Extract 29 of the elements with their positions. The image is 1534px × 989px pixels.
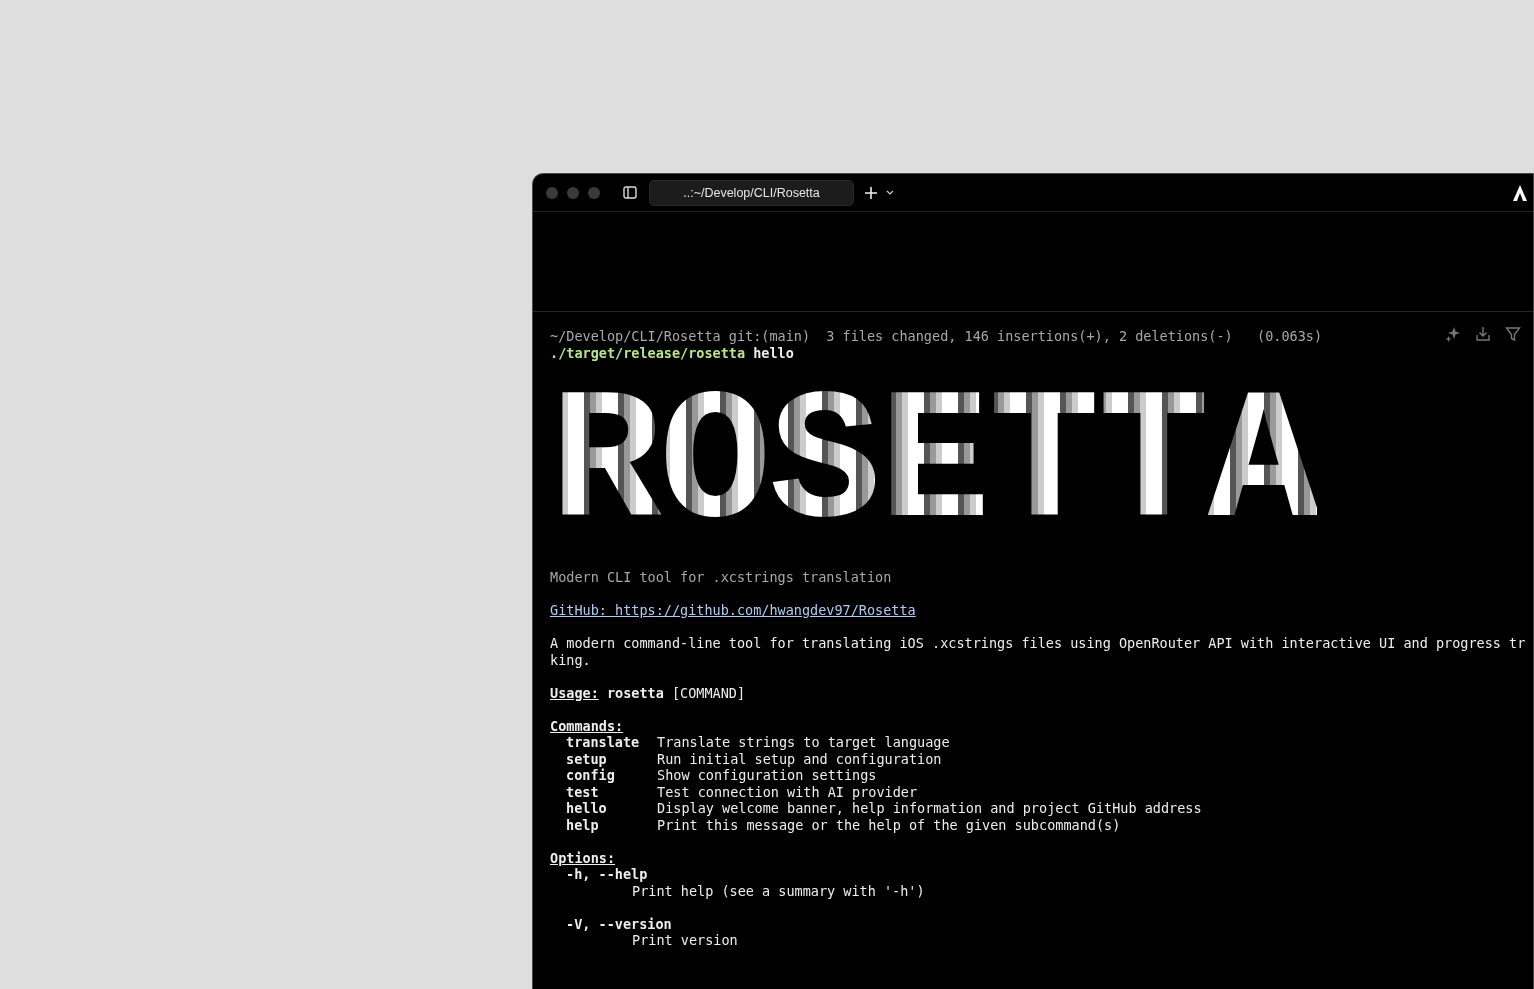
usage-arguments: [COMMAND] — [671, 684, 746, 701]
command-path: ./target/release/rosetta — [550, 344, 746, 361]
command-description: Run initial setup and configuration — [657, 750, 942, 767]
section-heading: Options: — [550, 849, 616, 866]
tagline-text: Modern CLI tool for .xcstrings translation — [550, 569, 892, 585]
usage-label: Usage: — [550, 684, 599, 701]
description-text: king. — [550, 651, 591, 668]
description-text: A modern command-line tool for translating iOS .xcstrings files using OpenRouter API with interactive UI and progress tr — [550, 635, 1526, 651]
prompt-text: ~/Develop/CLI/Rosetta git:(main) 3 files changed, 146 insertions(+), 2 deletions(-) (0.063s) — [550, 328, 1323, 344]
command-name: help — [565, 816, 600, 833]
terminal-tab[interactable]: ..:~/Develop/CLI/Rosetta — [649, 179, 854, 206]
option-flags: -h, --help — [566, 866, 648, 882]
option-description: Print help (see a summary with '-h') — [632, 882, 925, 899]
command-description: Display welcome banner, help information and project GitHub address — [657, 800, 1202, 817]
option-flags: -V, --version — [566, 915, 672, 932]
usage-command: rosetta — [606, 684, 664, 701]
command-description: Test connection with AI provider — [657, 783, 918, 800]
command-name: test — [565, 783, 600, 800]
command-description: Show configuration settings — [657, 767, 877, 784]
section-heading: Commands: — [550, 717, 624, 734]
command-name: hello — [565, 800, 608, 817]
command-argument: hello — [753, 344, 794, 361]
command-description: Print this message or the help of the given subcommand(s) — [657, 816, 1121, 833]
command-description: Translate strings to target language — [657, 734, 950, 751]
github-link[interactable]: GitHub: https://github.com/hwangdev97/Rosetta — [550, 602, 916, 618]
command-name: config — [565, 767, 616, 784]
option-description: Print version — [632, 932, 738, 948]
command-name: translate — [565, 734, 641, 751]
command-name: setup — [565, 750, 608, 767]
